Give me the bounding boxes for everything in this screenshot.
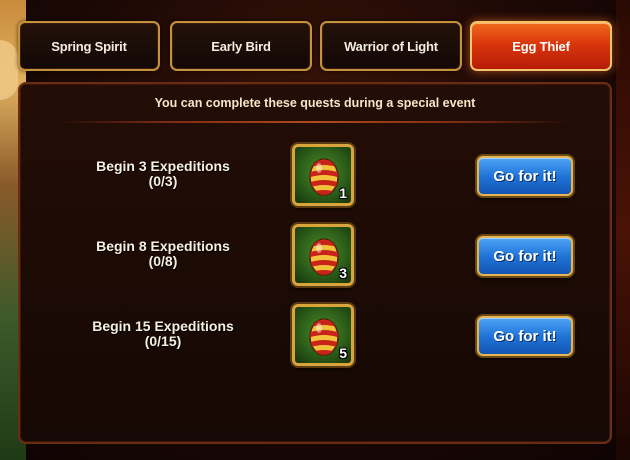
quest-row: Begin 8 Expeditions (0/8) 3 Go for it! xyxy=(20,224,610,294)
reward-slot[interactable]: 1 xyxy=(292,144,354,206)
go-for-it-button[interactable]: Go for it! xyxy=(477,316,573,356)
quest-progress: (0/3) xyxy=(148,173,178,189)
quest-text: Begin 3 Expeditions (0/3) xyxy=(68,159,258,189)
quest-row: Begin 15 Expeditions (0/15) 5 Go for it! xyxy=(20,304,610,374)
go-for-it-button[interactable]: Go for it! xyxy=(477,156,573,196)
reward-slot[interactable]: 3 xyxy=(292,224,354,286)
reward-quantity: 5 xyxy=(339,345,347,361)
tab-egg-thief[interactable]: Egg Thief xyxy=(470,21,612,71)
tab-spring-spirit[interactable]: Spring Spirit xyxy=(18,21,160,71)
quest-text: Begin 15 Expeditions (0/15) xyxy=(68,319,258,349)
quest-title: Begin 15 Expeditions xyxy=(92,318,234,334)
tab-early-bird[interactable]: Early Bird xyxy=(170,21,312,71)
reward-quantity: 1 xyxy=(339,185,347,201)
quest-progress: (0/8) xyxy=(148,253,178,269)
event-notice: You can complete these quests during a s… xyxy=(154,96,476,110)
quest-title: Begin 3 Expeditions xyxy=(96,158,230,174)
quest-row: Begin 3 Expeditions (0/3) 1 Go for it! xyxy=(20,144,610,214)
event-tabs: Spring Spirit Early Bird Warrior of Ligh… xyxy=(18,21,612,71)
striped-egg-icon xyxy=(309,318,339,356)
striped-egg-icon xyxy=(309,158,339,196)
reward-slot[interactable]: 5 xyxy=(292,304,354,366)
go-for-it-button[interactable]: Go for it! xyxy=(477,236,573,276)
quest-panel: You can complete these quests during a s… xyxy=(18,82,612,444)
reward-quantity: 3 xyxy=(339,265,347,281)
quest-text: Begin 8 Expeditions (0/8) xyxy=(68,239,258,269)
striped-egg-icon xyxy=(309,238,339,276)
tab-warrior-of-light[interactable]: Warrior of Light xyxy=(320,21,462,71)
quest-progress: (0/15) xyxy=(144,333,182,349)
quest-title: Begin 8 Expeditions xyxy=(96,238,230,254)
divider xyxy=(60,121,570,123)
background-edge-right xyxy=(616,0,630,460)
